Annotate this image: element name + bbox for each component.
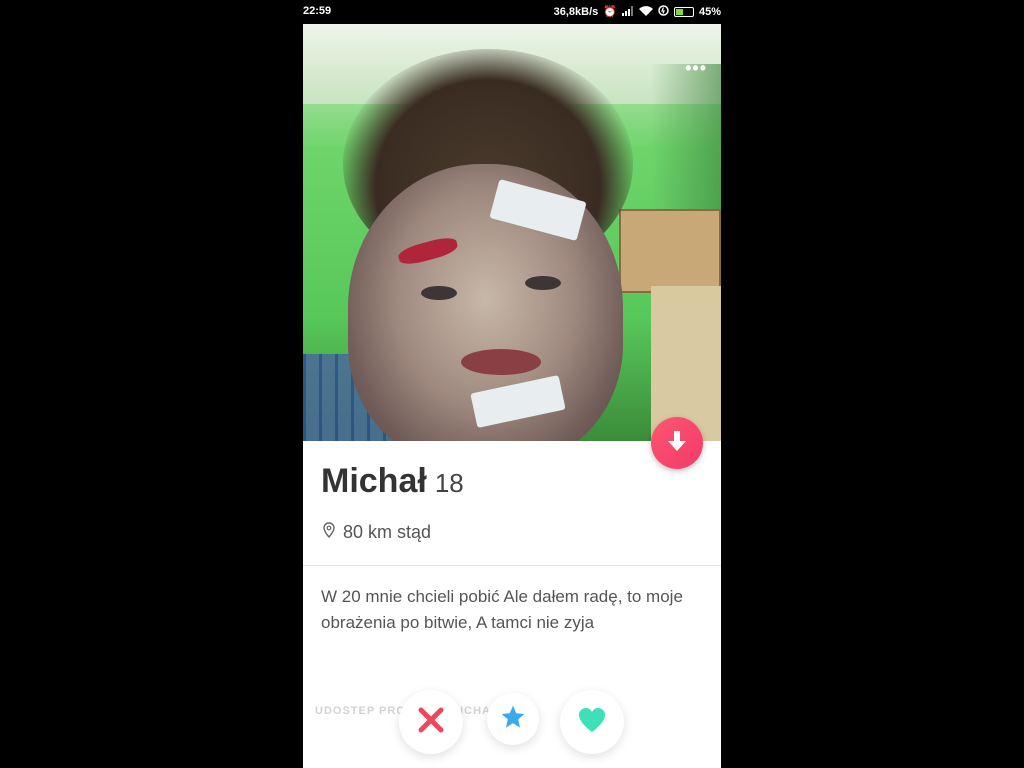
distance-text: 80 km stąd [343, 522, 432, 542]
super-like-button[interactable] [487, 693, 539, 745]
name-row: Michał 18 [321, 462, 464, 501]
close-x-icon [417, 706, 445, 739]
profile-bio: W 20 mnie chcieli pobić Ale dałem radę, … [321, 587, 683, 632]
nope-button[interactable] [399, 690, 463, 754]
status-bar: 22:59 36,8kB/s ⏰ 45% [303, 0, 721, 24]
more-dots-icon[interactable]: ••• [685, 58, 707, 79]
status-icons: 36,8kB/s ⏰ 45% [554, 5, 721, 19]
status-time: 22:59 [303, 5, 332, 17]
location-pin-icon [323, 522, 335, 543]
signal-icon [621, 5, 634, 19]
heart-icon [577, 706, 607, 739]
wifi-icon [638, 5, 653, 19]
network-speed: 36,8kB/s [553, 6, 599, 18]
app-screen: 22:59 36,8kB/s ⏰ 45% ••• Michał 18 80 km… [303, 0, 721, 768]
info-toggle-button[interactable] [651, 417, 703, 469]
star-icon [500, 704, 526, 735]
location-row: 80 km stąd [323, 522, 431, 543]
divider [303, 565, 721, 566]
data-saver-icon [658, 5, 669, 19]
battery-percent: 45% [698, 6, 721, 18]
battery-icon [673, 7, 694, 17]
profile-photo[interactable]: ••• [303, 24, 721, 441]
arrow-down-icon [666, 429, 688, 458]
profile-name: Michał [321, 462, 427, 500]
alarm-icon: ⏰ [603, 6, 617, 18]
like-button[interactable] [560, 690, 624, 754]
profile-age: 18 [434, 468, 464, 498]
